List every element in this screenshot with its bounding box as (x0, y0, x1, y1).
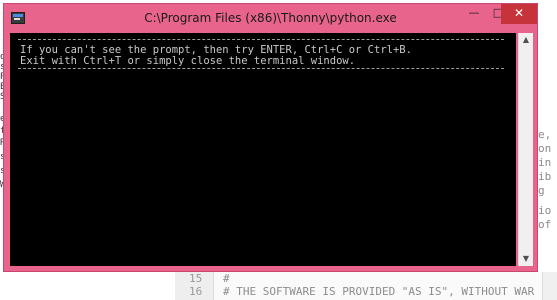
minimize-button[interactable]: — (461, 4, 487, 24)
background-fragment: g (538, 184, 545, 197)
window-title: C:\Program Files (x86)\Thonny\python.exe (144, 11, 397, 25)
background-fragment: ib (538, 170, 552, 183)
code-line: # THE SOFTWARE IS PROVIDED "AS IS", WITH… (223, 285, 535, 298)
background-scrollbar[interactable] (542, 272, 557, 300)
background-right-text: e, on in ib g io of (538, 128, 557, 228)
background-fragment: of (538, 218, 552, 228)
background-fragment: in (538, 156, 552, 169)
console-line: Exit with Ctrl+T or simply close the ter… (20, 55, 356, 67)
separator-line (18, 68, 504, 69)
separator-line (18, 39, 504, 40)
title-bar[interactable]: C:\Program Files (x86)\Thonny\python.exe… (4, 4, 537, 32)
close-button[interactable]: ✕ (501, 4, 537, 24)
scroll-up-icon[interactable]: ▲ (519, 33, 533, 47)
console-window[interactable]: C:\Program Files (x86)\Thonny\python.exe… (3, 3, 538, 272)
vertical-scrollbar[interactable]: ▲ ▼ (518, 33, 533, 266)
background-fragment: on (538, 142, 552, 155)
line-number: 16 (189, 285, 203, 298)
line-number: 15 (189, 272, 203, 285)
background-fragment: io (538, 204, 552, 217)
background-code-area: 15 16 # # THE SOFTWARE IS PROVIDED "AS I… (175, 272, 557, 300)
scroll-down-icon[interactable]: ▼ (519, 252, 533, 266)
code-line: # (223, 272, 230, 285)
background-fragment: e, (538, 128, 552, 141)
terminal-output[interactable]: If you can't see the prompt, then try EN… (10, 33, 516, 266)
